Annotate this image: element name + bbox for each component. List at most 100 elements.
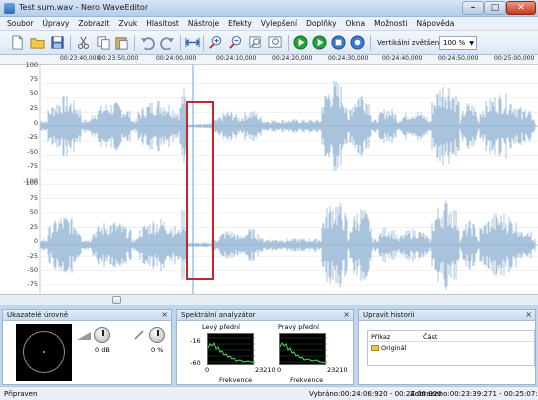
right-channel-label: Pravý přední <box>278 323 319 331</box>
edit-history-panel: Upravit historii × Příkaz Část Originál <box>358 309 536 385</box>
play-icon[interactable] <box>292 34 309 51</box>
zoom-all-icon[interactable] <box>267 34 284 51</box>
menu-soubor[interactable]: Soubor <box>7 19 34 28</box>
maximize-button[interactable]: □ <box>484 1 506 15</box>
record-icon[interactable] <box>349 34 366 51</box>
axis-label: 75 <box>29 194 38 202</box>
menu-zobrazit[interactable]: Zobrazit <box>78 19 109 28</box>
axis-label: 100 <box>25 179 38 187</box>
menu-upravy[interactable]: Úpravy <box>43 19 70 28</box>
menu-bar: Soubor Úpravy Zobrazit Zvuk Hlasitost Ná… <box>0 17 538 31</box>
wave-editor-window: Test sum.wav - Nero WaveEditor – □ ✕ Sou… <box>0 0 538 400</box>
ruler-tick: 00:24:10,000 <box>216 55 257 62</box>
freq-end-left: 23210 <box>255 366 276 374</box>
status-text: Připraven <box>4 390 38 398</box>
level-meters-panel: Ukazatelé úrovně × 0 dB 0 % <box>2 309 172 385</box>
axis-label: 50 <box>29 208 38 216</box>
app-icon <box>4 3 15 14</box>
panel-title: Upravit historii <box>363 311 415 319</box>
minimize-button[interactable]: – <box>462 1 484 15</box>
waveform-left-channel <box>40 80 538 172</box>
title-bar: Test sum.wav - Nero WaveEditor – □ ✕ <box>0 0 538 17</box>
ruler-tick: 00:24:50,000 <box>438 55 479 62</box>
volume-slope-icon <box>77 332 91 340</box>
waveform-right-channel <box>40 200 538 290</box>
horizontal-scrollbar[interactable] <box>0 294 538 305</box>
stop-icon[interactable] <box>330 34 347 51</box>
save-icon[interactable] <box>49 34 66 51</box>
ruler-tick: 00:23:50,000 <box>98 55 139 62</box>
waveform-area[interactable]: 00:23:40,000 00:23:50,000 00:24:00,000 0… <box>0 55 538 294</box>
ruler-tick: 00:24:30,000 <box>328 55 369 62</box>
zoom-out-icon[interactable] <box>227 34 244 51</box>
copy-icon[interactable] <box>95 34 112 51</box>
axis-label: -25 <box>27 252 38 260</box>
menu-efekty[interactable]: Efekty <box>228 19 252 28</box>
menu-okna[interactable]: Okna <box>346 19 366 28</box>
scrollbar-thumb[interactable] <box>112 296 121 304</box>
time-ruler[interactable]: 00:23:40,000 00:23:50,000 00:24:00,000 0… <box>0 55 538 65</box>
window-title: Test sum.wav - Nero WaveEditor <box>19 3 149 12</box>
history-item-original[interactable]: Originál <box>381 344 406 352</box>
selection-highlight[interactable] <box>186 101 214 280</box>
fit-icon[interactable] <box>184 34 201 51</box>
paste-icon[interactable] <box>113 34 130 51</box>
close-icon[interactable]: × <box>343 310 350 319</box>
axis-label: 25 <box>29 223 38 231</box>
gain-knob[interactable] <box>94 327 110 343</box>
menu-doplnky[interactable]: Doplňky <box>306 19 336 28</box>
freq-start-left: 0 <box>205 366 210 374</box>
menu-hlasitost[interactable]: Hlasitost <box>146 19 179 28</box>
db-top-label: -16 <box>190 337 201 345</box>
menu-zvuk[interactable]: Zvuk <box>119 19 138 28</box>
menu-vylepseni[interactable]: Vylepšení <box>261 19 297 28</box>
level-meter-display <box>16 324 72 381</box>
freq-start-right: 0 <box>277 366 282 374</box>
menu-nastroje[interactable]: Nástroje <box>188 19 219 28</box>
menu-moznosti[interactable]: Možnosti <box>374 19 407 28</box>
gain-value: 0 dB <box>95 346 110 354</box>
toolbar: Vertikální zvětšení: 100 % ▼ <box>0 31 538 55</box>
history-list[interactable]: Příkaz Část Originál <box>367 330 535 366</box>
chevron-down-icon: ▼ <box>469 40 474 47</box>
pan-icon <box>134 330 144 340</box>
open-folder-icon[interactable] <box>29 34 46 51</box>
vertical-zoom-select[interactable]: 100 % ▼ <box>439 36 477 50</box>
zoom-in-icon[interactable] <box>207 34 224 51</box>
axis-label: 0 <box>33 237 38 245</box>
axis-label: 0 <box>33 119 38 127</box>
axis-label: -50 <box>27 266 38 274</box>
ruler-tick: 00:24:00,000 <box>156 55 197 62</box>
cut-icon[interactable] <box>75 34 92 51</box>
axis-label: 25 <box>29 104 38 112</box>
panel-title: Spektrální analyzátor <box>181 311 256 319</box>
undo-icon[interactable] <box>139 34 156 51</box>
close-icon[interactable]: × <box>525 310 532 319</box>
freq-axis-label-right: Frekvence <box>290 376 324 384</box>
freq-end-right: 23210 <box>327 366 348 374</box>
axis-label: 100 <box>25 61 38 69</box>
redo-icon[interactable] <box>159 34 176 51</box>
status-bar: Připraven Vybráno:00:24:06:920 - 00:24:0… <box>0 386 538 400</box>
play-loop-icon[interactable] <box>311 34 328 51</box>
column-part[interactable]: Část <box>423 333 437 341</box>
close-icon[interactable]: × <box>161 310 168 319</box>
vertical-zoom-value: 100 % <box>443 39 466 47</box>
ruler-tick: 00:24:20,000 <box>272 55 313 62</box>
displayed-range: Zobrazeno:00:23:39:271 - 00:25:07:055 <box>410 390 538 398</box>
panel-header: Upravit historii × <box>359 310 535 321</box>
left-channel-label: Levý přední <box>202 323 240 331</box>
axis-label: -75 <box>27 162 38 170</box>
panel-header: Spektrální analyzátor × <box>177 310 353 321</box>
new-file-icon[interactable] <box>9 34 26 51</box>
ruler-tick: 00:25:00,000 <box>494 55 535 62</box>
zoom-selection-icon[interactable] <box>247 34 264 51</box>
close-button[interactable]: ✕ <box>506 1 536 15</box>
history-header: Příkaz Část <box>368 331 534 342</box>
menu-napoveda[interactable]: Nápověda <box>416 19 454 28</box>
db-bottom-label: -60 <box>190 359 201 367</box>
waveform-canvas[interactable] <box>0 65 538 294</box>
column-command[interactable]: Příkaz <box>371 333 390 341</box>
meter-center <box>43 351 45 353</box>
pan-knob[interactable] <box>149 327 165 343</box>
